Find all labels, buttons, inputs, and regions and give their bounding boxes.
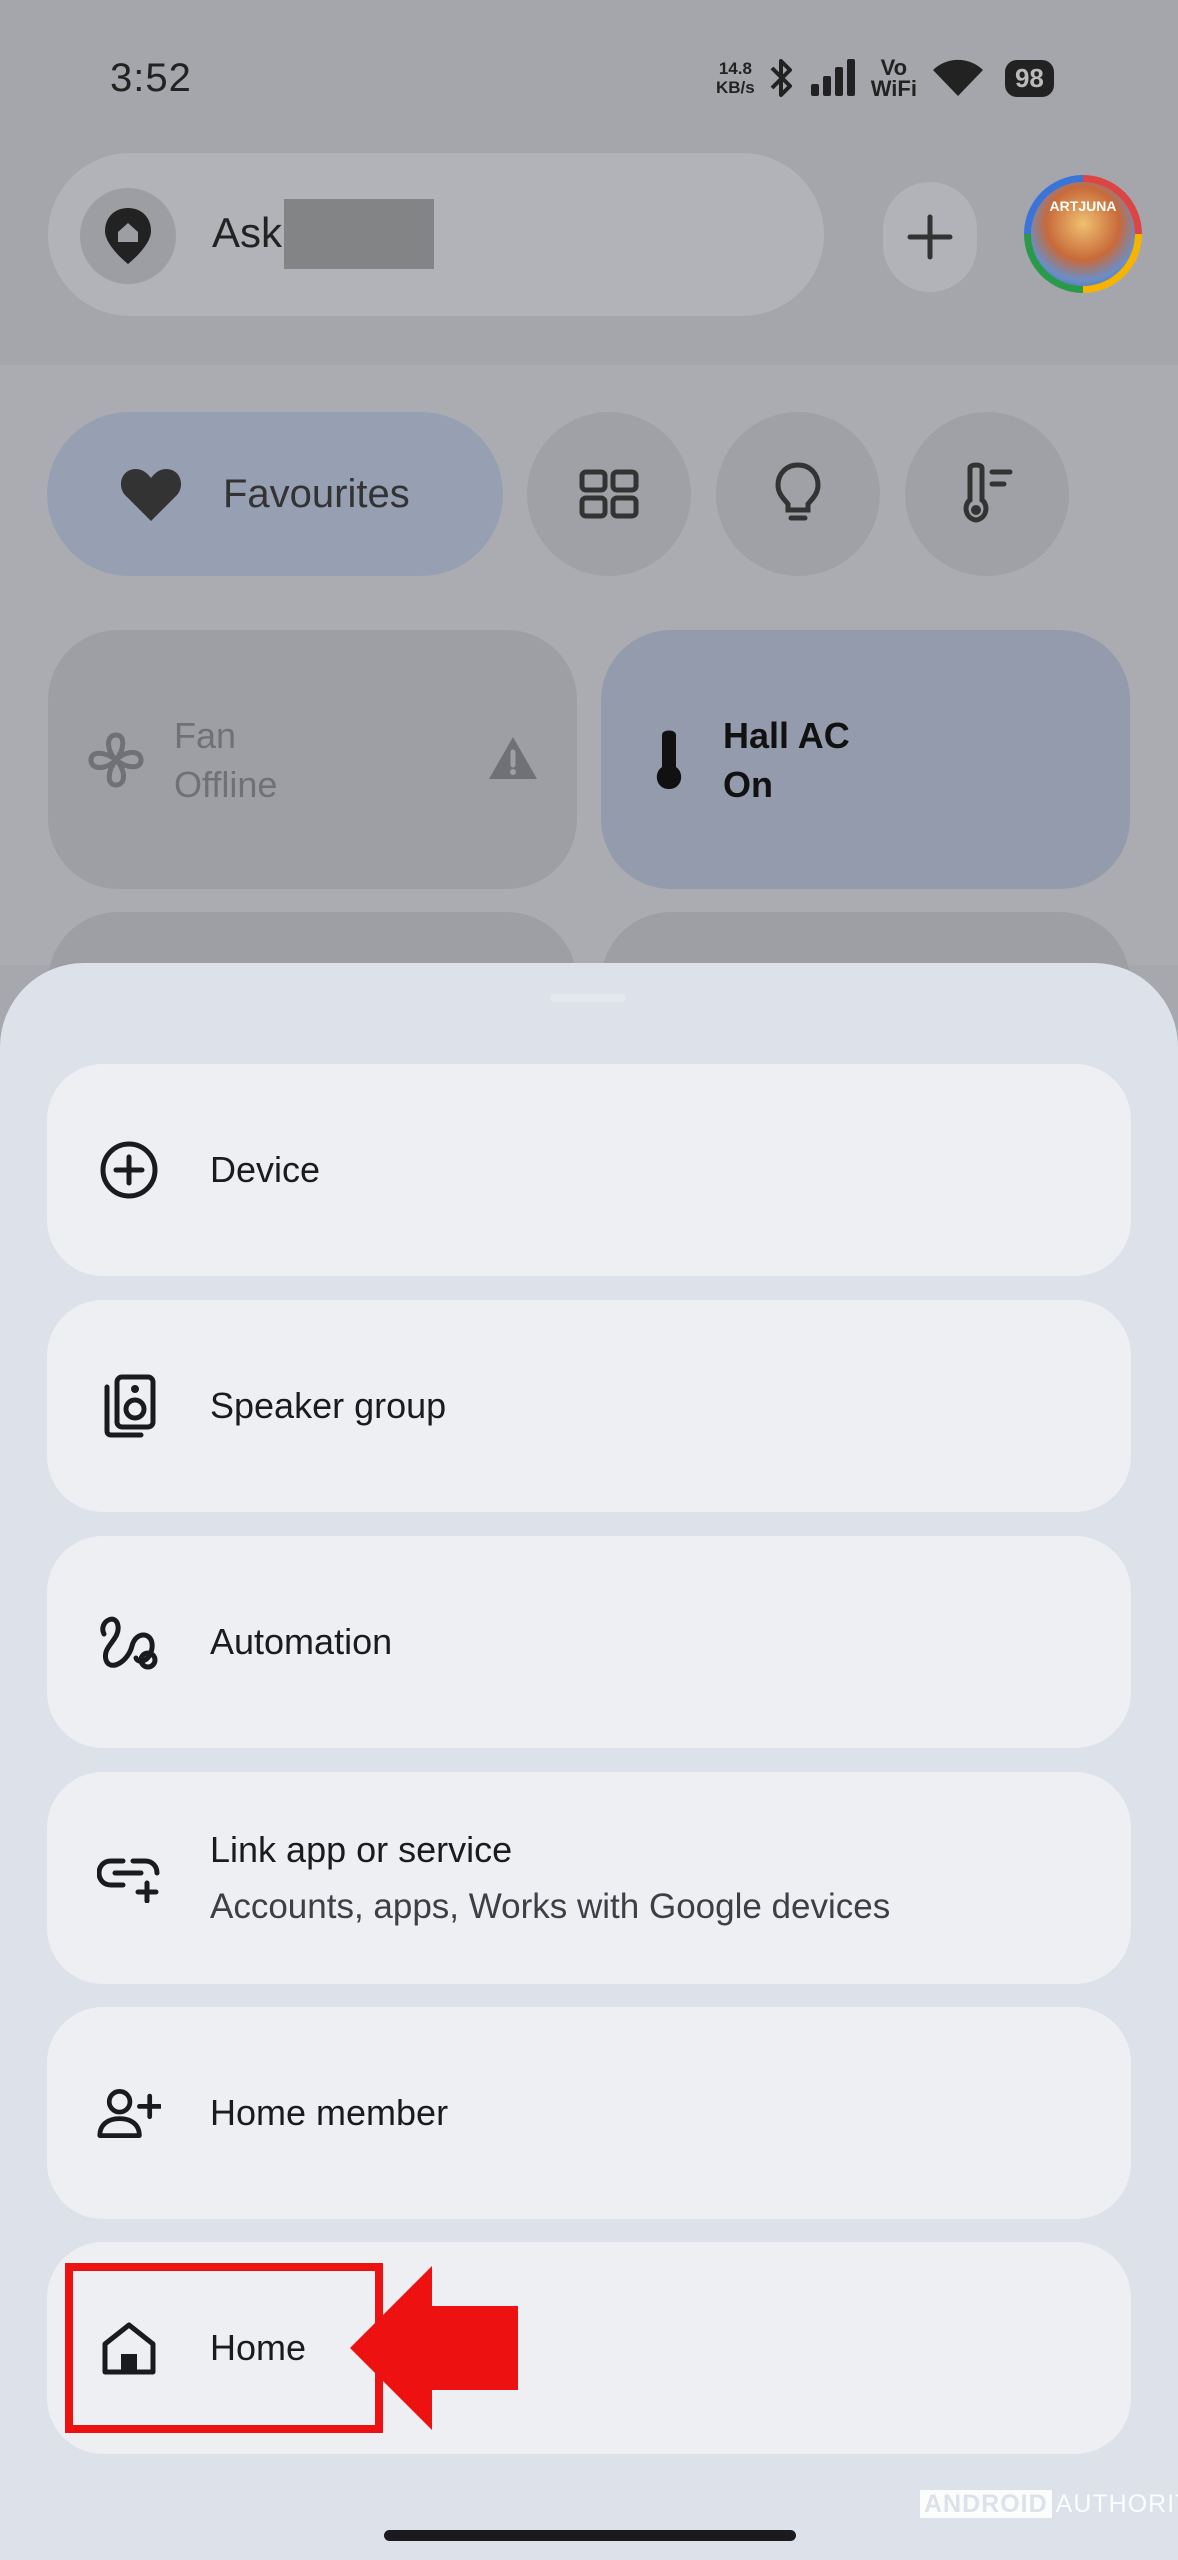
favourites-chip[interactable]: Favourites — [47, 412, 503, 576]
redacted-text — [284, 199, 434, 269]
gesture-nav-bar[interactable] — [384, 2530, 796, 2541]
account-avatar[interactable]: ARTJUNA — [1024, 175, 1142, 293]
hall-ac-tile-text: Hall AC On — [723, 714, 850, 805]
fan-tile-text: Fan Offline — [174, 714, 278, 805]
item-sublabel: Accounts, apps, Works with Google device… — [210, 1887, 891, 1926]
add-circle-icon — [97, 1138, 161, 1202]
hall-ac-tile[interactable]: Hall AC On — [601, 630, 1130, 889]
status-time: 3:52 — [110, 56, 192, 100]
item-label: Home member — [210, 2092, 449, 2133]
avatar-image: ARTJUNA — [1031, 182, 1135, 286]
ask-label: Ask — [212, 209, 283, 256]
heart-icon — [120, 469, 182, 521]
item-label: Automation — [210, 1621, 393, 1662]
climate-chip[interactable] — [905, 412, 1069, 576]
speaker-group-icon — [97, 1374, 161, 1438]
home-location-icon[interactable] — [80, 188, 176, 284]
fan-icon — [88, 731, 144, 788]
status-icons: 14.8 KB/s Vo WiFi 98 — [716, 50, 1054, 106]
lighting-chip[interactable] — [716, 412, 880, 576]
lightbulb-icon — [775, 462, 821, 521]
bluetooth-icon — [770, 59, 792, 97]
item-label: Device — [210, 1149, 321, 1190]
plus-icon — [907, 214, 953, 260]
thermometer-icon — [963, 462, 1013, 523]
highlight-box — [65, 2263, 383, 2433]
network-speed: 14.8 KB/s — [716, 59, 755, 97]
battery-indicator: 98 — [1004, 59, 1054, 97]
thermostat-icon — [656, 730, 682, 789]
wifi-icon — [932, 59, 983, 96]
add-home-member-item[interactable]: Home member — [47, 2007, 1131, 2219]
item-label: Link app or service — [210, 1829, 513, 1870]
warning-icon — [489, 737, 537, 779]
link-app-service-item[interactable]: Link app or service Accounts, apps, Work… — [47, 1772, 1131, 1984]
devices-chip[interactable] — [527, 412, 691, 576]
add-automation-item[interactable]: Automation — [47, 1536, 1131, 1748]
item-label: Speaker group — [210, 1385, 447, 1426]
fan-tile[interactable]: Fan Offline — [48, 630, 577, 889]
favourites-label: Favourites — [223, 471, 410, 516]
pointer-arrow-icon — [350, 2266, 518, 2430]
vowifi-indicator: Vo WiFi — [870, 55, 917, 101]
add-device-item[interactable]: Device — [47, 1064, 1131, 1276]
grid-icon — [579, 469, 639, 519]
add-button[interactable] — [883, 182, 977, 292]
sheet-drag-handle[interactable] — [550, 994, 626, 1002]
signal-icon — [810, 59, 855, 96]
watermark: ANDROIDAUTHORITY — [920, 2490, 1178, 2519]
person-add-icon — [97, 2081, 161, 2145]
add-speaker-group-item[interactable]: Speaker group — [47, 1300, 1131, 1512]
link-add-icon — [97, 1846, 161, 1910]
automation-icon — [97, 1610, 161, 1674]
